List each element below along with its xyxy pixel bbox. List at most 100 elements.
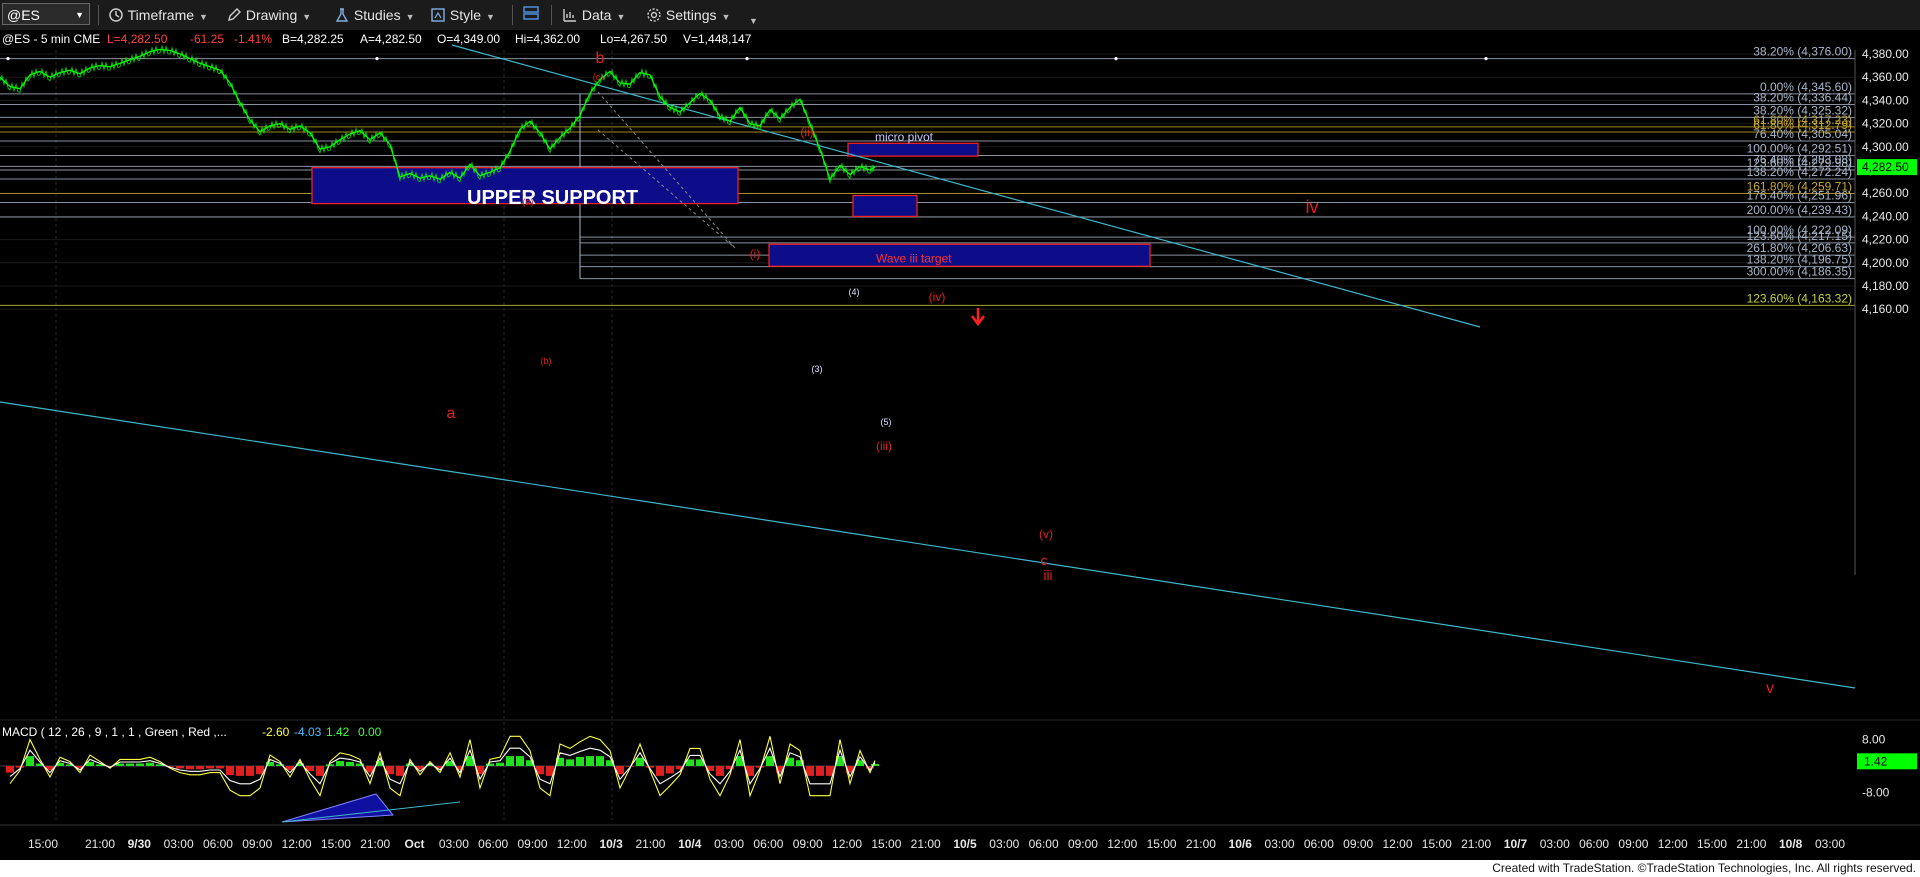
time-tick-label: 06:00	[1304, 837, 1334, 851]
change-pct-text: -1.41%	[234, 32, 272, 46]
wave-label: (5)	[881, 417, 892, 427]
wave-label: iv	[1306, 197, 1319, 217]
toolbar-divider	[512, 5, 513, 25]
window-layout-icon	[523, 6, 539, 20]
macd-bar	[346, 761, 354, 766]
wave-label: v	[1766, 680, 1774, 697]
price-tick-label: 4,360.00	[1862, 70, 1909, 84]
time-tick-label: 03:00	[1540, 837, 1570, 851]
macd-bar	[586, 756, 594, 766]
last-price-tag-label: 4,282.50	[1862, 160, 1909, 174]
time-tick-label: 03:00	[439, 837, 469, 851]
fib-level-label: 138.20% (4,272.24)	[1747, 165, 1852, 179]
toolbar-divider	[551, 5, 552, 25]
time-tick-label: 12:00	[282, 837, 312, 851]
chevron-down-icon: ▼	[75, 10, 84, 20]
time-tick-label: 21:00	[1186, 837, 1216, 851]
time-tick-label: 09:00	[517, 837, 547, 851]
time-tick-label: 03:00	[1265, 837, 1295, 851]
time-tick-label: 21:00	[911, 837, 941, 851]
macd-bar	[196, 766, 204, 770]
marker-dot	[375, 57, 379, 61]
data-button[interactable]: Data ▼	[562, 4, 625, 26]
wave-label: b	[596, 50, 605, 67]
wave-label: (iv)	[929, 290, 946, 304]
wave-label: (ii)	[800, 125, 813, 139]
fib-level-label: 200.00% (4,239.43)	[1747, 203, 1852, 217]
studies-label: Studies	[353, 7, 401, 23]
time-tick-label: 09:00	[1618, 837, 1648, 851]
marker-dot	[6, 57, 10, 61]
macd-bar	[126, 763, 134, 766]
price-tick-label: 4,160.00	[1862, 302, 1909, 316]
time-tick-label: 21:00	[1461, 837, 1491, 851]
time-tick-label: 12:00	[557, 837, 587, 851]
high-text: Hi=4,362.00	[515, 32, 580, 46]
drawing-button[interactable]: Drawing ▼	[226, 4, 311, 26]
style-icon	[431, 8, 445, 22]
time-tick-label: 06:00	[203, 837, 233, 851]
flask-icon	[335, 8, 349, 22]
time-tick-label: 21:00	[1736, 837, 1766, 851]
time-tick-label: 10/3	[599, 837, 623, 851]
style-button[interactable]: Style ▼	[430, 4, 495, 26]
price-tick-label: 4,300.00	[1862, 140, 1909, 154]
wave-label: (3)	[812, 364, 823, 374]
time-tick-label: 09:00	[1343, 837, 1373, 851]
settings-button[interactable]: Settings ▼	[646, 4, 730, 26]
macd-bar	[871, 763, 879, 766]
wave-label: (b)	[541, 356, 552, 366]
marker-dot	[745, 57, 749, 61]
bid-text: B=4,282.25	[282, 32, 344, 46]
time-tick-label: 15:00	[1422, 837, 1452, 851]
settings-label: Settings	[665, 7, 717, 23]
clock-icon	[109, 8, 123, 22]
wave-label: (i)	[750, 247, 761, 261]
pencil-icon	[228, 8, 241, 21]
symbol-selector[interactable]: @ES ▼	[2, 3, 90, 25]
macd-bar	[186, 766, 194, 770]
time-tick-label: 03:00	[714, 837, 744, 851]
symbol-value: @ES	[7, 7, 40, 23]
price-chart[interactable]: @ES - 5 min CME L=4,282.50 -61.25 -1.41%…	[0, 30, 1920, 860]
macd-value: 0.00	[358, 725, 382, 739]
time-tick-label: 10/7	[1504, 837, 1528, 851]
marker-dot	[1484, 57, 1488, 61]
studies-button[interactable]: Studies ▼	[334, 4, 415, 26]
time-tick-label: 10/6	[1229, 837, 1253, 851]
toolbar-overflow-button[interactable]: ▼	[744, 8, 758, 30]
macd-bar	[6, 766, 14, 773]
price-tick-label: 4,180.00	[1862, 279, 1909, 293]
fib-level-label: 123.60% (4,163.32)	[1747, 291, 1852, 305]
wave-label: c	[1041, 552, 1048, 568]
chevron-down-icon: ▼	[721, 12, 731, 22]
annotation-box	[768, 243, 1151, 267]
fib-level-label: 300.00% (4,186.35)	[1747, 265, 1852, 279]
fib-level-label: 76.40% (4,305.04)	[1753, 127, 1852, 141]
time-tick-label: 15:00	[321, 837, 351, 851]
wave-label: iii	[1043, 567, 1052, 583]
macd-bar	[206, 766, 214, 769]
micro-pivot-label: micro pivot	[875, 130, 934, 144]
time-tick-label: 10/5	[953, 837, 977, 851]
chevron-down-icon: ▼	[405, 12, 415, 22]
time-tick-label: 06:00	[478, 837, 508, 851]
macd-bar	[176, 766, 184, 769]
macd-bar	[666, 766, 674, 774]
data-label: Data	[581, 7, 612, 23]
macd-bar	[576, 756, 584, 766]
timeframe-button[interactable]: Timeframe ▼	[108, 4, 208, 26]
layout-button[interactable]	[522, 4, 540, 26]
chart-symbol-info: @ES - 5 min CME	[2, 32, 100, 46]
time-tick-label: 15:00	[871, 837, 901, 851]
gear-icon	[647, 8, 661, 22]
time-tick-label: 15:00	[28, 837, 58, 851]
macd-bar	[226, 766, 234, 776]
time-tick-label: 21:00	[85, 837, 115, 851]
chevron-down-icon: ▼	[199, 12, 208, 22]
footer: Created with TradeStation. ©TradeStation…	[0, 860, 1920, 877]
time-tick-label: 06:00	[1579, 837, 1609, 851]
macd-tick-label: 8.00	[1862, 733, 1886, 747]
macd-bar	[716, 766, 724, 776]
macd-bar	[486, 763, 494, 766]
